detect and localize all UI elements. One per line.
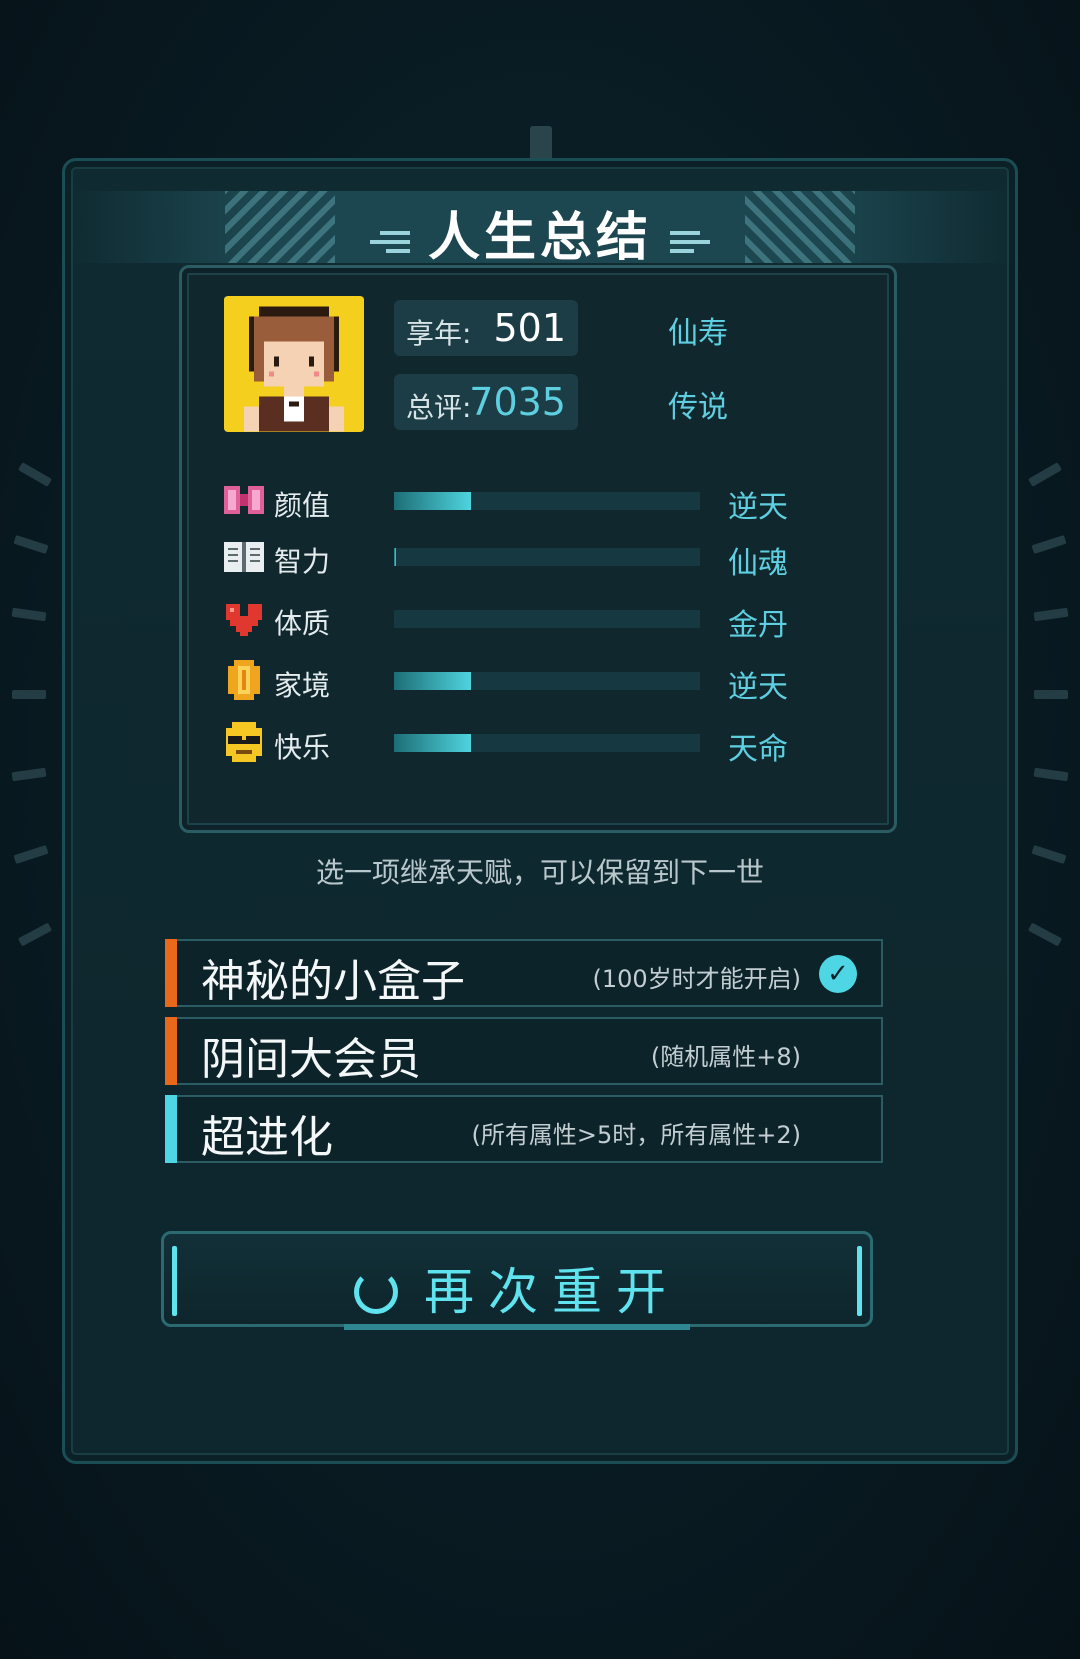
sunglasses-face-icon (226, 722, 262, 762)
coin-icon (228, 660, 260, 700)
attr-row-appearance: 颜值 逆天 (222, 476, 862, 526)
decor-tick (1033, 607, 1069, 622)
restart-label: 再次重开 (424, 1263, 680, 1321)
talent-option-1[interactable]: 阴间大会员 (随机属性+8) (165, 1017, 883, 1085)
pixel-character-icon (224, 296, 364, 432)
talent-desc: (随机属性+8) (650, 1043, 801, 1071)
title-deco-right (670, 226, 710, 256)
decor-tick (17, 922, 53, 947)
attr-bar-fill (394, 492, 471, 510)
bow-icon (224, 486, 264, 514)
check-icon: ✓ (819, 955, 857, 993)
decor-tick (1031, 844, 1067, 865)
attr-row-happiness: 快乐 天命 (222, 718, 862, 768)
attr-bar-fill (394, 548, 396, 566)
attr-bar-fill (394, 734, 471, 752)
attr-row-constitution: 体质 金丹 (222, 594, 862, 644)
attr-bar-fill (394, 672, 471, 690)
talent-name: 神秘的小盒子 (201, 956, 465, 1007)
inherit-prompt: 选一项继承天赋，可以保留到下一世 (315, 856, 764, 889)
decor-tick (11, 767, 47, 782)
talent-color-bar (165, 939, 177, 1007)
book-icon (224, 542, 264, 572)
talent-option-0[interactable]: 神秘的小盒子 (100岁时才能开启) ✓ (165, 939, 883, 1007)
life-summary-panel: 人生总结 享年: 501 仙寿 总评: 7035 传说 颜值 逆天 智力 仙魂 … (62, 158, 1018, 1464)
attr-name: 体质 (274, 607, 331, 640)
summary-card: 享年: 501 仙寿 总评: 7035 传说 颜值 逆天 智力 仙魂 体质 金丹… (179, 265, 897, 833)
score-box: 总评: 7035 (394, 374, 578, 430)
talent-option-2[interactable]: 超进化 (所有属性>5时，所有属性+2) (165, 1095, 883, 1163)
heart-icon (226, 604, 262, 636)
decor-tick (12, 690, 46, 699)
age-label: 享年: (406, 317, 472, 350)
attr-bar (394, 548, 700, 566)
top-notch (530, 126, 552, 160)
age-box: 享年: 501 (394, 300, 578, 356)
decor-tick (1031, 534, 1067, 555)
decor-tick (11, 607, 47, 622)
attr-rank: 逆天 (728, 670, 788, 705)
score-label: 总评: (406, 391, 472, 424)
avatar (224, 296, 364, 432)
attr-bar (394, 672, 700, 690)
attr-name: 家境 (274, 669, 331, 702)
restart-button[interactable]: 再次重开 (161, 1231, 873, 1330)
score-rank: 传说 (668, 390, 728, 425)
attr-rank: 逆天 (728, 490, 788, 525)
decor-tick (13, 844, 49, 865)
page-title-wrap: 人生总结 (65, 195, 1015, 270)
decor-tick (18, 462, 52, 487)
talent-color-bar (165, 1017, 177, 1085)
decor-tick (1027, 922, 1063, 947)
attr-rank: 金丹 (728, 608, 788, 643)
decor-tick (1034, 690, 1068, 699)
talent-desc: (100岁时才能开启) (592, 965, 801, 993)
talent-desc: (所有属性>5时，所有属性+2) (471, 1121, 801, 1149)
attr-rank: 天命 (728, 732, 788, 767)
attr-row-family: 家境 逆天 (222, 656, 862, 706)
attr-name: 智力 (274, 545, 331, 578)
title-deco-left (369, 226, 410, 256)
decor-tick (1028, 462, 1062, 487)
page-title: 人生总结 (427, 208, 652, 268)
attr-bar (394, 492, 700, 510)
refresh-icon (354, 1269, 398, 1314)
restart-label-wrap: 再次重开 (164, 1252, 870, 1324)
decor-tick (1033, 767, 1069, 782)
talent-name: 阴间大会员 (201, 1034, 421, 1085)
talent-name: 超进化 (201, 1112, 333, 1163)
talent-color-bar (165, 1095, 177, 1163)
attr-rank: 仙魂 (728, 546, 788, 581)
attr-bar (394, 734, 700, 752)
attr-row-intelligence: 智力 仙魂 (222, 532, 862, 582)
button-underline (344, 1324, 690, 1330)
attr-name: 快乐 (274, 731, 331, 764)
decor-tick (13, 534, 49, 555)
age-value: 501 (493, 306, 566, 350)
age-rank: 仙寿 (668, 316, 728, 351)
attr-name: 颜值 (274, 489, 331, 522)
score-value: 7035 (469, 380, 566, 424)
attr-bar (394, 610, 700, 628)
